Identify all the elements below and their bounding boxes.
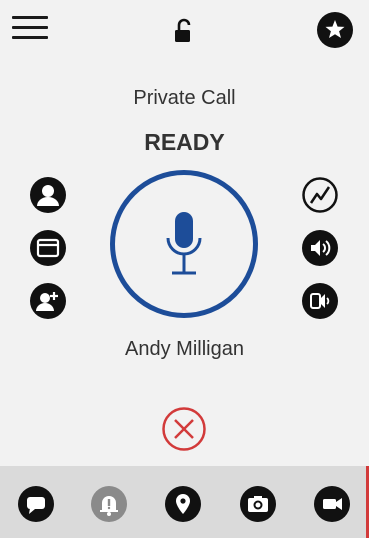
close-circle-icon [162, 407, 206, 451]
speaker-icon[interactable] [302, 230, 338, 266]
push-to-talk-button[interactable] [110, 170, 258, 318]
bottom-toolbar [0, 466, 369, 538]
folder-icon[interactable] [30, 230, 66, 266]
call-type-label: Private Call [133, 87, 236, 109]
video-icon[interactable] [314, 486, 350, 522]
contact-icon[interactable] [30, 177, 66, 213]
camera-icon[interactable] [240, 486, 276, 522]
earpiece-icon[interactable] [302, 283, 338, 319]
add-contact-icon[interactable] [30, 283, 66, 319]
location-pin-icon[interactable] [165, 486, 201, 522]
signal-icon[interactable] [302, 177, 338, 213]
star-icon[interactable] [317, 12, 353, 48]
message-icon[interactable] [18, 486, 54, 522]
hamburger-menu-icon[interactable] [12, 16, 48, 42]
callee-name: Andy Milligan [125, 338, 244, 360]
unlocked-padlock-icon[interactable] [172, 18, 196, 44]
call-status-label: READY [144, 129, 225, 155]
microphone-icon [166, 212, 202, 275]
alert-bell-icon[interactable] [91, 486, 127, 522]
end-call-button[interactable] [161, 406, 207, 452]
